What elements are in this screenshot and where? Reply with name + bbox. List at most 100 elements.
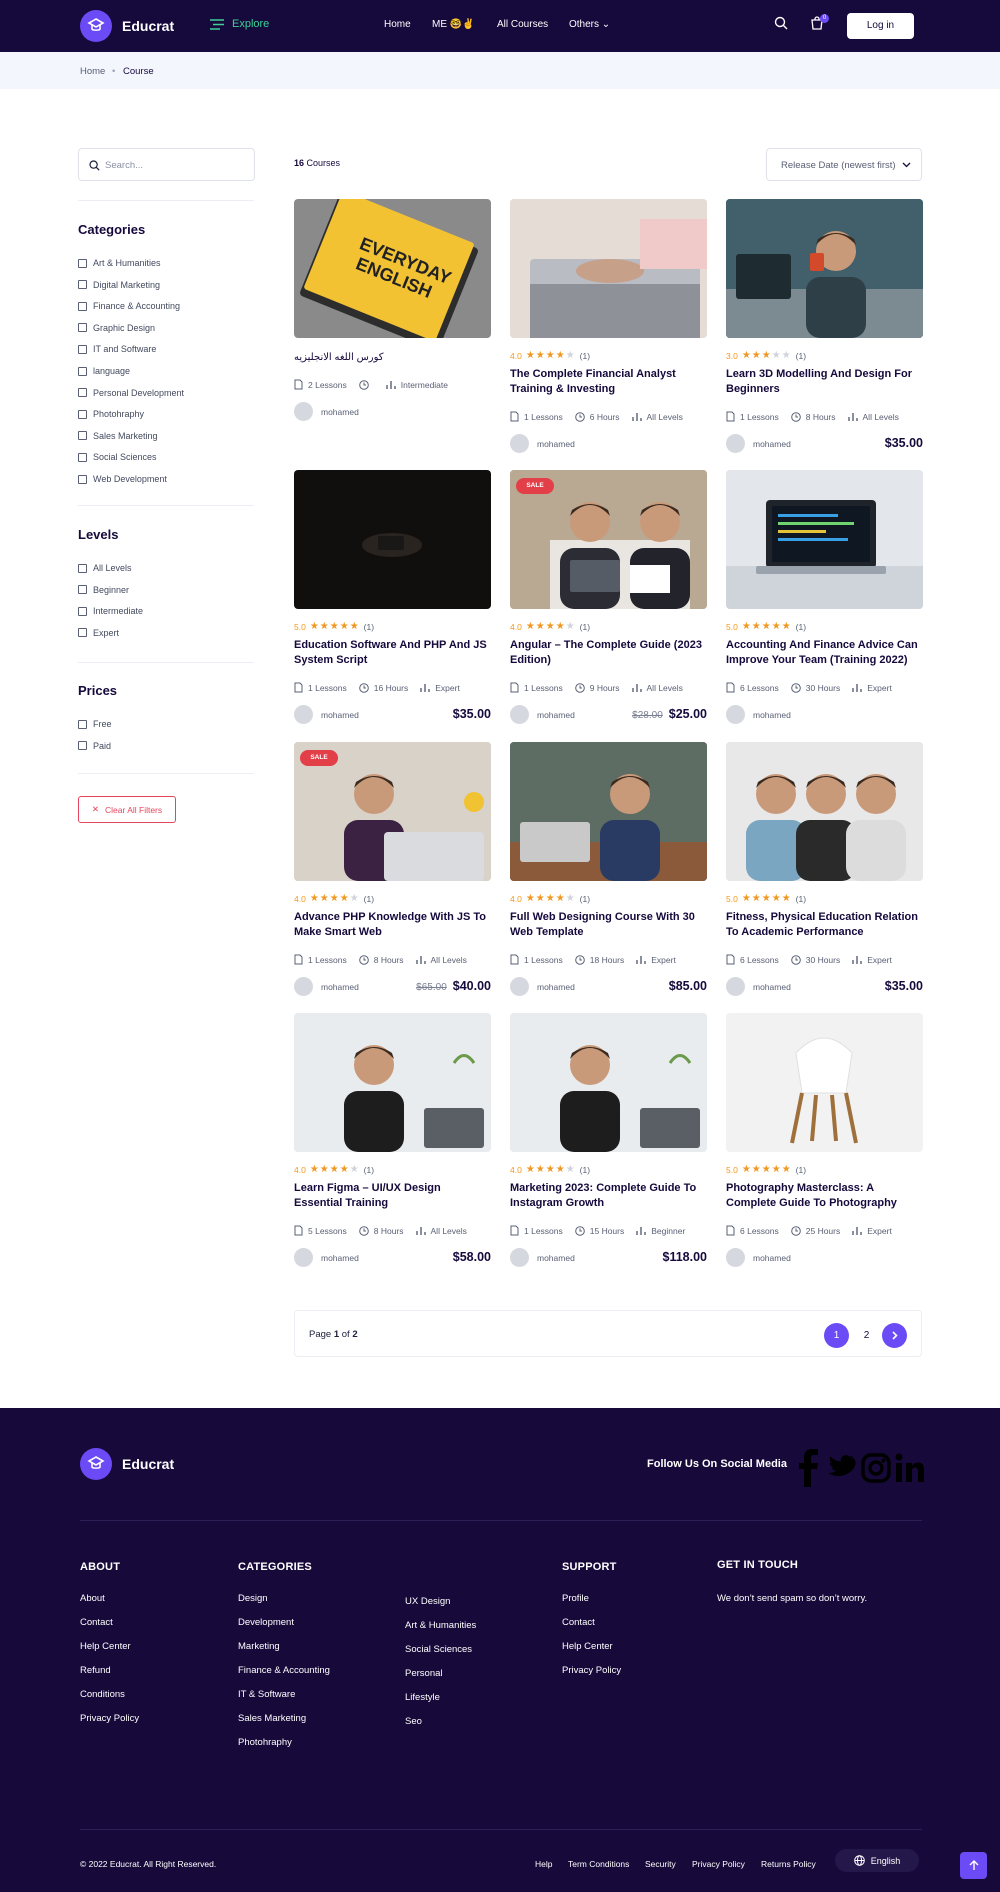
footer-support-link[interactable]: Help Center (562, 1641, 613, 1652)
course-title[interactable]: Advance PHP Knowledge With JS To Make Sm… (294, 910, 491, 940)
course-author[interactable]: mohamed (510, 705, 575, 724)
course-thumbnail[interactable] (726, 470, 923, 609)
search-field[interactable]: Search... (78, 148, 255, 181)
checkbox[interactable] (78, 474, 87, 484)
page-button-2[interactable]: 2 (854, 1323, 879, 1348)
price-filter-free[interactable]: Free (78, 719, 112, 729)
clear-filters-button[interactable]: ✕ Clear All Filters (78, 796, 176, 823)
course-author[interactable]: mohamed (726, 977, 791, 996)
language-selector[interactable]: English (835, 1849, 919, 1872)
category-filter-finance-accounting[interactable]: Finance & Accounting (78, 301, 180, 311)
checkbox[interactable] (78, 366, 87, 376)
course-author[interactable]: mohamed (294, 977, 359, 996)
search-icon[interactable] (774, 16, 788, 30)
course-title[interactable]: Education Software And PHP And JS System… (294, 638, 491, 668)
course-thumbnail[interactable] (726, 199, 923, 338)
course-author[interactable]: mohamed (510, 1248, 575, 1267)
course-card[interactable]: 5.0 ★ ★ ★ ★ ★ (1) Education Software And PHP An… (294, 470, 491, 724)
course-thumbnail[interactable] (510, 742, 707, 881)
level-filter-intermediate[interactable]: Intermediate (78, 606, 143, 616)
checkbox[interactable] (78, 628, 87, 638)
checkbox[interactable] (78, 741, 87, 751)
course-card[interactable]: 4.0 ★ ★ ★ ★ ★ (1) The Complete Financial Analys… (510, 199, 707, 453)
category-filter-web-development[interactable]: Web Development (78, 474, 167, 484)
brand-logo[interactable]: Educrat (80, 10, 174, 42)
course-author[interactable]: mohamed (294, 705, 359, 724)
footer-category-link[interactable]: IT & Software (238, 1689, 295, 1700)
course-card[interactable]: 4.0 ★ ★ ★ ★ ★ (1) Learn Figma – UI/UX Design Es… (294, 1013, 491, 1267)
course-author[interactable]: mohamed (294, 402, 359, 421)
footer-about-link[interactable]: Contact (80, 1617, 113, 1628)
checkbox[interactable] (78, 431, 87, 441)
price-filter-paid[interactable]: Paid (78, 741, 111, 751)
nav-all-courses[interactable]: All Courses (497, 19, 548, 30)
category-filter-it-and-software[interactable]: IT and Software (78, 344, 156, 354)
footer-category-link[interactable]: Personal (405, 1668, 443, 1679)
footer-about-link[interactable]: Privacy Policy (80, 1713, 139, 1724)
course-thumbnail[interactable]: SALE (294, 742, 491, 881)
checkbox[interactable] (78, 301, 87, 311)
footer-category-link[interactable]: Sales Marketing (238, 1713, 306, 1724)
footer-category-link[interactable]: Finance & Accounting (238, 1665, 330, 1676)
footer-support-link[interactable]: Contact (562, 1617, 595, 1628)
sort-dropdown[interactable]: Release Date (newest first) (766, 148, 922, 181)
course-title[interactable]: Learn Figma – UI/UX Design Essential Tra… (294, 1181, 491, 1211)
course-card[interactable]: EVERYDAY ENGLISH كورس اللغه الانجليزيه 2 Le… (294, 199, 491, 451)
course-title[interactable]: كورس اللغه الانجليزيه (294, 350, 491, 365)
category-filter-digital-marketing[interactable]: Digital Marketing (78, 280, 160, 290)
course-thumbnail[interactable] (294, 1013, 491, 1152)
facebook-icon[interactable] (795, 1449, 823, 1487)
course-card[interactable]: 4.0 ★ ★ ★ ★ ★ (1) Marketing 2023: Complete Guid… (510, 1013, 707, 1267)
level-filter-beginner[interactable]: Beginner (78, 585, 129, 595)
checkbox[interactable] (78, 563, 87, 573)
checkbox[interactable] (78, 258, 87, 268)
course-title[interactable]: Accounting And Finance Advice Can Improv… (726, 638, 923, 668)
footer-category-link[interactable]: Development (238, 1617, 294, 1628)
checkbox[interactable] (78, 323, 87, 333)
course-author[interactable]: mohamed (510, 434, 575, 453)
course-card[interactable]: 3.0 ★ ★ ★ ★ ★ (1) Learn 3D Modelling And Design… (726, 199, 923, 453)
category-filter-sales-marketing[interactable]: Sales Marketing (78, 431, 158, 441)
checkbox[interactable] (78, 344, 87, 354)
level-filter-all-levels[interactable]: All Levels (78, 563, 132, 573)
footer-support-link[interactable]: Privacy Policy (562, 1665, 621, 1676)
course-card[interactable]: SALE 4.0 ★ ★ ★ ★ ★ (1) Angular – The Complete Gu… (510, 470, 707, 724)
login-button[interactable]: Log in (847, 13, 914, 39)
footer-bottom-link-returns-policy[interactable]: Returns Policy (761, 1859, 816, 1869)
course-author[interactable]: mohamed (726, 434, 791, 453)
nav-others[interactable]: Others ⌄ (569, 19, 610, 30)
footer-category-link[interactable]: Design (238, 1593, 268, 1604)
course-thumbnail[interactable] (726, 1013, 923, 1152)
linkedin-icon[interactable] (895, 1453, 925, 1483)
footer-bottom-link-privacy-policy[interactable]: Privacy Policy (692, 1859, 745, 1869)
nav-home[interactable]: Home (384, 19, 411, 30)
footer-category-link[interactable]: Seo (405, 1716, 422, 1727)
course-thumbnail[interactable]: EVERYDAY ENGLISH (294, 199, 491, 338)
course-card[interactable]: SALE 4.0 ★ ★ ★ ★ ★ (1) Advance PHP Knowledge Wit… (294, 742, 491, 996)
page-button-1[interactable]: 1 (824, 1323, 849, 1348)
course-title[interactable]: Learn 3D Modelling And Design For Beginn… (726, 367, 923, 397)
footer-about-link[interactable]: Help Center (80, 1641, 131, 1652)
course-card[interactable]: 4.0 ★ ★ ★ ★ ★ (1) Full Web Designing Course Wit… (510, 742, 707, 996)
category-filter-graphic-design[interactable]: Graphic Design (78, 323, 155, 333)
course-thumbnail[interactable] (294, 470, 491, 609)
footer-category-link[interactable]: Marketing (238, 1641, 280, 1652)
category-filter-personal-development[interactable]: Personal Development (78, 388, 184, 398)
checkbox[interactable] (78, 452, 87, 462)
course-author[interactable]: mohamed (726, 705, 791, 724)
category-filter-art-humanities[interactable]: Art & Humanities (78, 258, 161, 268)
footer-category-link[interactable]: Lifestyle (405, 1692, 440, 1703)
scroll-to-top-button[interactable] (960, 1852, 987, 1879)
course-title[interactable]: The Complete Financial Analyst Training … (510, 367, 707, 397)
course-author[interactable]: mohamed (510, 977, 575, 996)
footer-bottom-link-security[interactable]: Security (645, 1859, 676, 1869)
course-card[interactable]: 5.0 ★ ★ ★ ★ ★ (1) Accounting And Finance Advice… (726, 470, 923, 724)
footer-support-link[interactable]: Profile (562, 1593, 589, 1604)
search-input[interactable]: Search... (105, 160, 143, 171)
nav-me[interactable]: ME 🤓✌ (432, 19, 475, 30)
explore-menu[interactable]: Explore (210, 18, 269, 30)
category-filter-language[interactable]: language (78, 366, 130, 376)
footer-about-link[interactable]: About (80, 1593, 105, 1604)
footer-category-link[interactable]: Art & Humanities (405, 1620, 476, 1631)
category-filter-social-sciences[interactable]: Social Sciences (78, 452, 157, 462)
